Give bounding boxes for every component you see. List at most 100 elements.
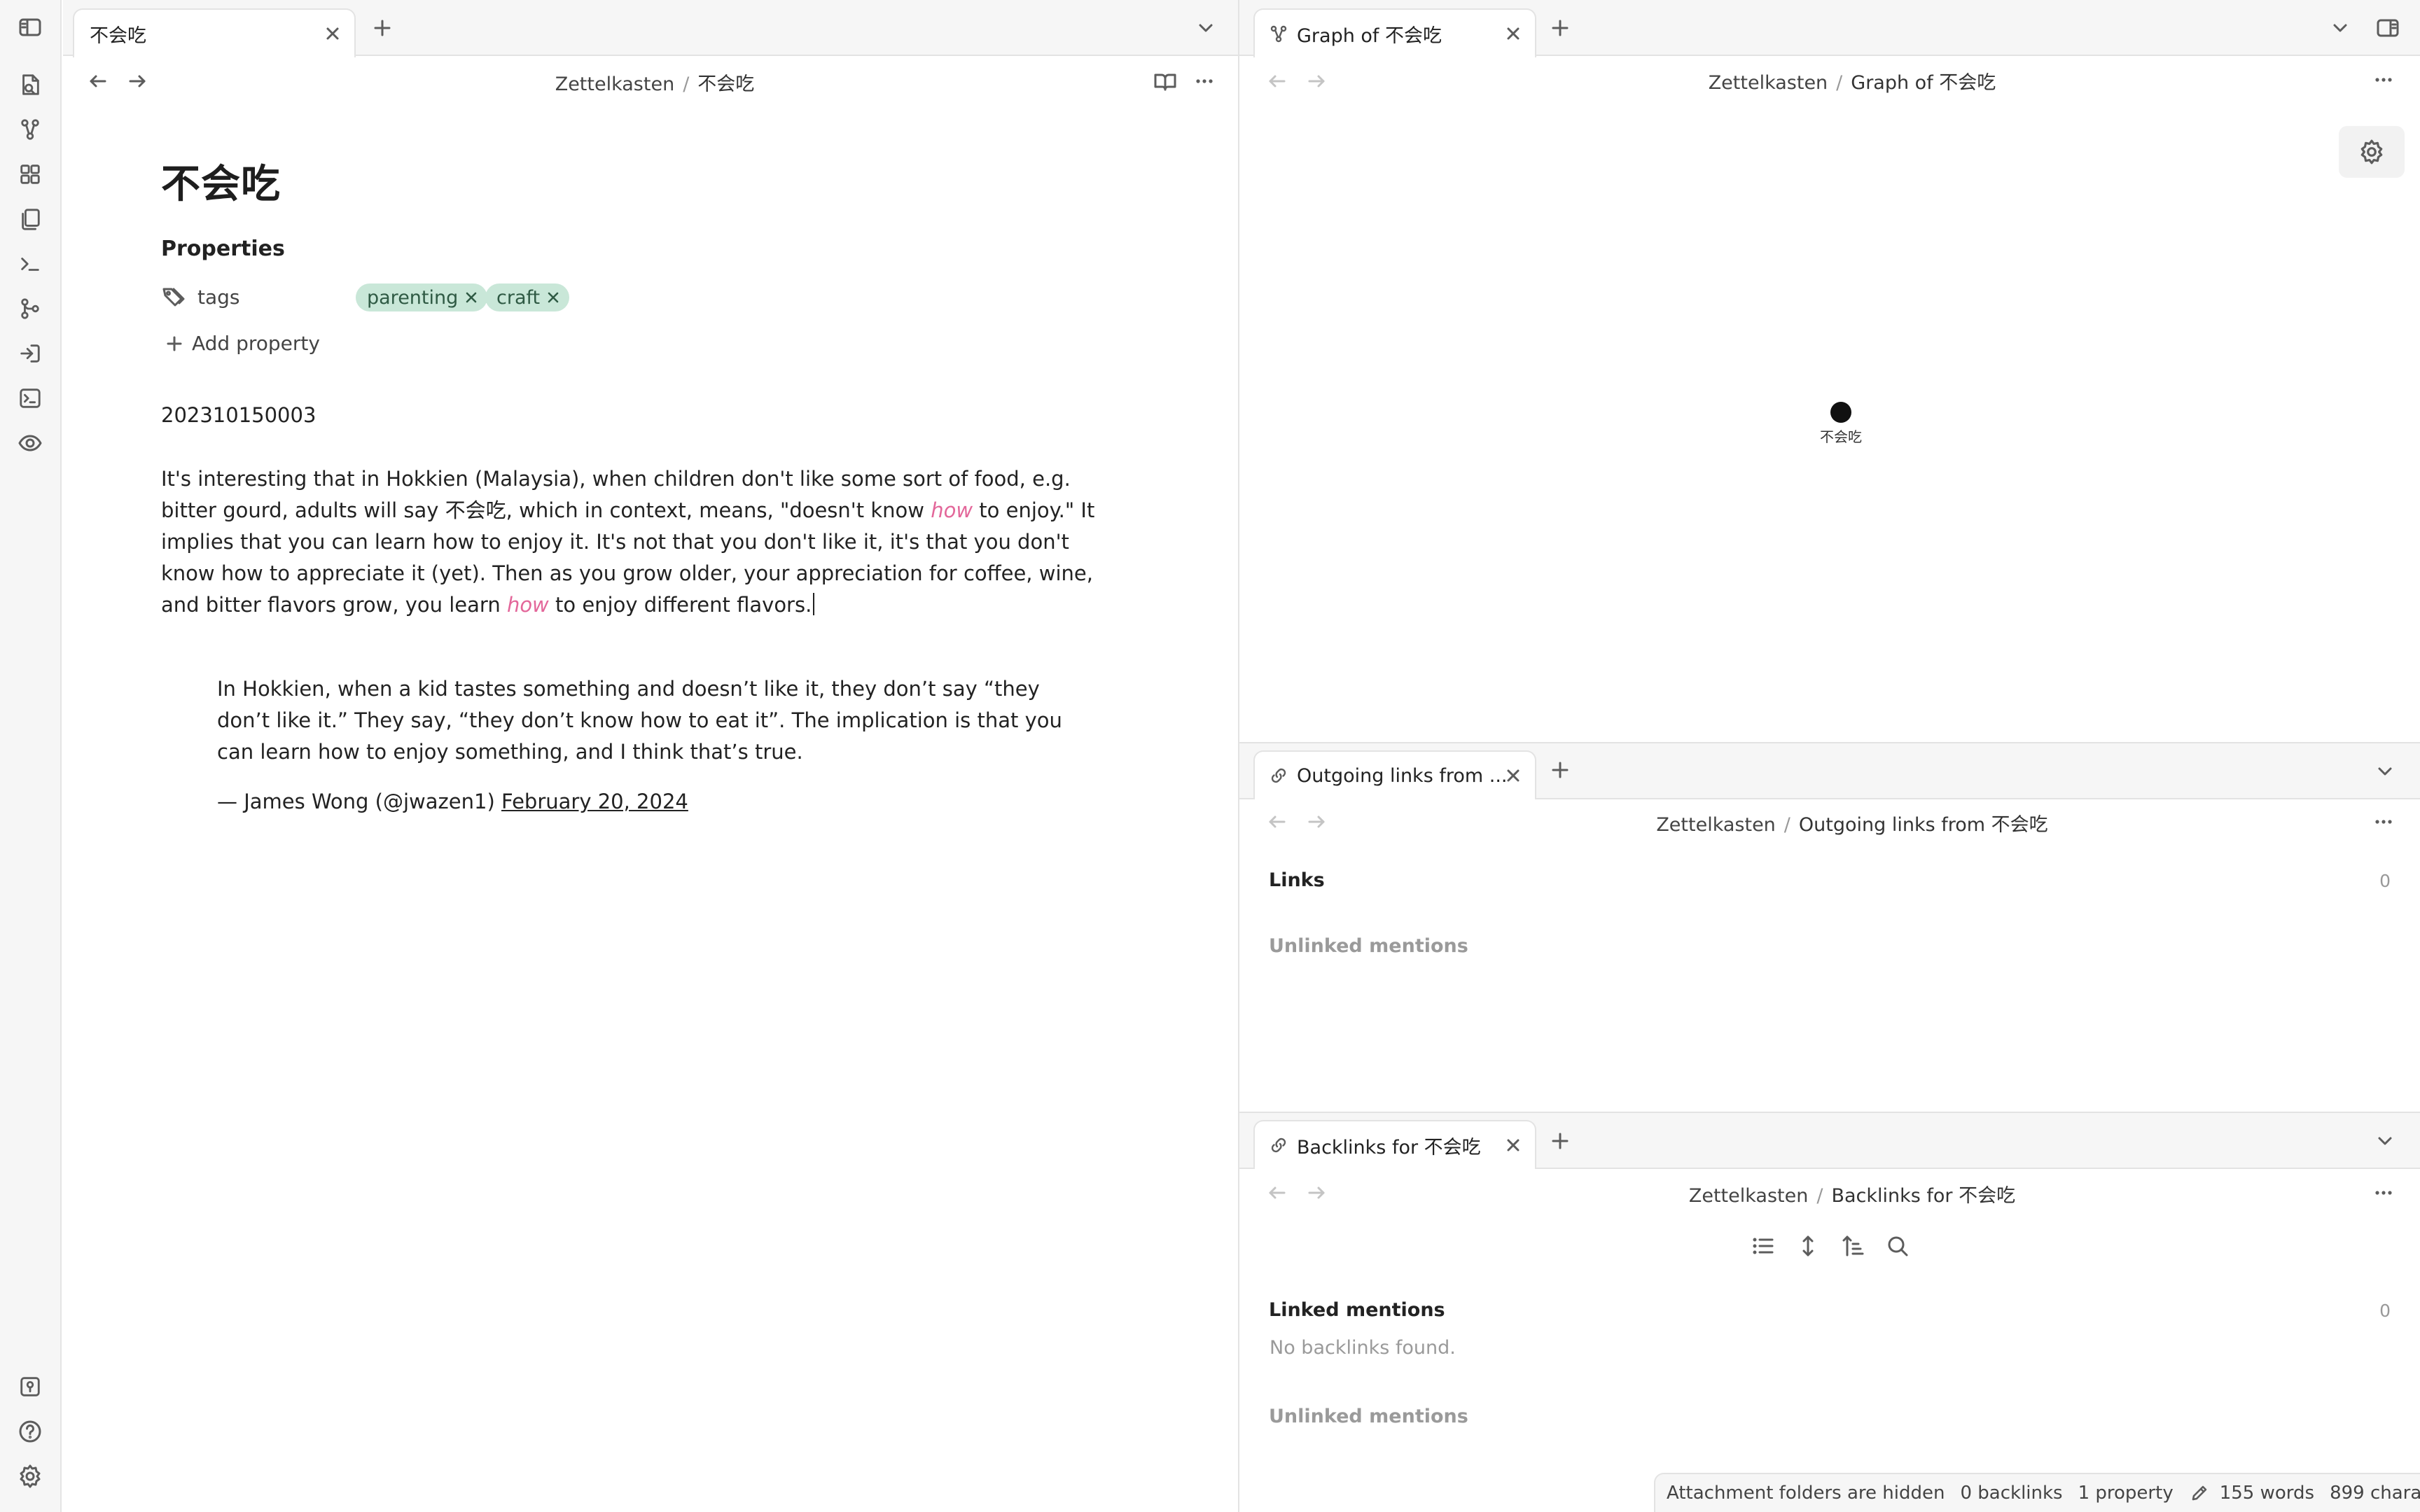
nav-forward-icon[interactable] <box>1304 809 1329 834</box>
property-key-tags[interactable]: tags <box>197 286 240 309</box>
reading-view-book-icon[interactable] <box>1153 69 1178 94</box>
unlinked-mentions-heading[interactable]: Unlinked mentions <box>1269 935 1468 957</box>
add-property-label: Add property <box>192 332 320 355</box>
breadcrumb-vault[interactable]: Zettelkasten <box>1689 1185 1808 1207</box>
more-options-icon[interactable] <box>2371 809 2396 834</box>
emphasis-how: how <box>506 593 549 617</box>
sidebar-toggle-icon[interactable] <box>15 13 45 42</box>
files-copy-icon[interactable] <box>15 204 45 234</box>
collapse-results-list-icon[interactable] <box>1751 1233 1776 1259</box>
note-body-paragraph[interactable]: It's interesting that in Hokkien (Malays… <box>161 463 1120 621</box>
graph-icon <box>1270 25 1287 43</box>
status-character-count[interactable]: 899 characters <box>2330 1483 2420 1504</box>
unlinked-mentions-heading[interactable]: Unlinked mentions <box>1269 1406 1468 1427</box>
plus-icon <box>167 336 182 351</box>
breadcrumb-separator: / <box>1816 1185 1823 1207</box>
tab-label: Backlinks for 不会吃 <box>1297 1136 1481 1158</box>
graph-node[interactable] <box>1830 402 1851 423</box>
status-attachments[interactable]: Attachment folders are hidden <box>1667 1483 1945 1504</box>
command-palette-icon[interactable] <box>15 249 45 279</box>
links-heading[interactable]: Links <box>1269 869 1325 891</box>
breadcrumb: Zettelkasten / Graph of 不会吃 <box>1576 67 2129 94</box>
breadcrumb: Zettelkasten / Backlinks for 不会吃 <box>1576 1180 2129 1208</box>
graph-view-icon[interactable] <box>15 115 45 144</box>
nav-back-icon[interactable] <box>1265 809 1290 834</box>
linked-mentions-heading[interactable]: Linked mentions <box>1269 1299 1445 1321</box>
vault-profile-icon[interactable] <box>15 1372 45 1401</box>
nav-back-icon[interactable] <box>1265 69 1290 94</box>
more-options-icon[interactable] <box>1192 69 1217 94</box>
eye-icon[interactable] <box>15 428 45 458</box>
tag-pill-parenting[interactable]: parenting <box>356 284 488 312</box>
note-title[interactable]: 不会吃 <box>161 153 281 209</box>
sort-order-icon[interactable] <box>1840 1233 1865 1259</box>
breadcrumb-separator: / <box>1836 72 1843 94</box>
attribution-author: — James Wong (@jwazen1) <box>217 790 501 813</box>
breadcrumb-vault[interactable]: Zettelkasten <box>1709 72 1828 94</box>
outgoing-link-icon <box>1271 768 1286 783</box>
new-tab-plus-icon[interactable] <box>1548 757 1573 783</box>
breadcrumb-separator: / <box>683 74 690 95</box>
git-icon[interactable] <box>15 294 45 323</box>
tab-list-chevron-down-icon[interactable] <box>2374 1130 2396 1152</box>
right-sidebar-toggle-icon[interactable] <box>2375 15 2400 41</box>
zettel-id[interactable]: 202310150003 <box>161 403 316 427</box>
breadcrumb-separator: / <box>1783 814 1790 836</box>
tag-pill-craft[interactable]: craft <box>485 284 570 312</box>
breadcrumb-note[interactable]: 不会吃 <box>697 74 754 95</box>
close-icon[interactable] <box>1503 765 1524 786</box>
terminal-icon[interactable] <box>15 384 45 413</box>
breadcrumb-vault[interactable]: Zettelkasten <box>555 74 674 95</box>
new-tab-plus-icon[interactable] <box>1548 1128 1573 1154</box>
nav-forward-icon[interactable] <box>1304 1180 1329 1205</box>
tab-list-chevron-down-icon[interactable] <box>2329 17 2351 39</box>
tab-note[interactable]: 不会吃 <box>73 8 356 57</box>
close-icon[interactable] <box>1503 23 1524 44</box>
tag-pill-label: parenting <box>367 286 459 309</box>
close-icon[interactable] <box>1503 1135 1524 1156</box>
tab-list-chevron-down-icon[interactable] <box>1195 17 1217 39</box>
tag-pill-label: craft <box>496 286 541 309</box>
body-text: to enjoy different flavors. <box>548 593 812 617</box>
status-backlinks[interactable]: 0 backlinks <box>1960 1483 2062 1504</box>
add-property-button[interactable]: Add property <box>164 332 320 355</box>
breadcrumb-page: Outgoing links from 不会吃 <box>1798 814 2048 836</box>
settings-icon[interactable] <box>15 1462 45 1491</box>
tab-backlinks[interactable]: Backlinks for 不会吃 <box>1253 1120 1536 1169</box>
close-icon[interactable] <box>322 23 343 44</box>
remove-tag-close-icon[interactable] <box>545 290 561 305</box>
breadcrumb: Zettelkasten / Outgoing links from 不会吃 <box>1576 809 2129 836</box>
tab-label: 不会吃 <box>90 24 146 47</box>
nav-back-icon[interactable] <box>1265 1180 1290 1205</box>
search-icon[interactable] <box>1885 1233 1910 1259</box>
more-options-icon[interactable] <box>2371 67 2396 92</box>
edit-mode-pencil-icon[interactable] <box>2189 1483 2210 1504</box>
new-tab-plus-icon[interactable] <box>1548 15 1573 41</box>
blockquote[interactable]: In Hokkien, when a kid tastes something … <box>217 673 1092 768</box>
backlink-icon <box>1271 1138 1286 1153</box>
help-icon[interactable] <box>15 1417 45 1446</box>
remove-tag-close-icon[interactable] <box>464 290 479 305</box>
graph-settings-gear-icon[interactable] <box>2339 126 2405 178</box>
tab-list-chevron-down-icon[interactable] <box>2374 760 2396 783</box>
status-properties[interactable]: 1 property <box>2078 1483 2174 1504</box>
breadcrumb-vault[interactable]: Zettelkasten <box>1656 814 1775 836</box>
nav-forward-icon[interactable] <box>1304 69 1329 94</box>
text-cursor <box>813 593 815 615</box>
attribution-date-link[interactable]: February 20, 2024 <box>501 790 688 813</box>
login-icon[interactable] <box>15 339 45 368</box>
canvas-icon[interactable] <box>15 160 45 189</box>
tab-outgoing-links[interactable]: Outgoing links from ... <box>1253 750 1536 799</box>
show-more-context-icon[interactable] <box>1795 1233 1821 1259</box>
graph-node-label: 不会吃 <box>1820 428 1862 445</box>
status-word-count[interactable]: 155 words <box>2220 1483 2314 1504</box>
new-tab-plus-icon[interactable] <box>370 15 395 41</box>
more-options-icon[interactable] <box>2371 1180 2396 1205</box>
nav-back-icon[interactable] <box>85 69 111 94</box>
linked-mentions-count: 0 <box>2379 1301 2391 1321</box>
nav-forward-icon[interactable] <box>125 69 150 94</box>
quick-switcher-icon[interactable] <box>15 70 45 99</box>
properties-heading[interactable]: Properties <box>161 237 285 261</box>
breadcrumb-page: Graph of 不会吃 <box>1851 72 1996 94</box>
tab-graph[interactable]: Graph of 不会吃 <box>1253 8 1536 57</box>
